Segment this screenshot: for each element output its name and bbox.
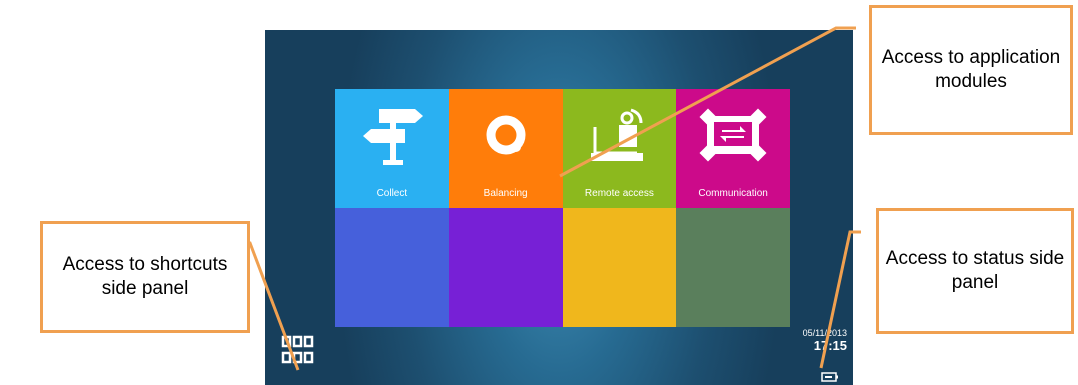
callout-text: Access to application modules [881, 47, 1061, 92]
callout-app-modules: Access to application modules [869, 5, 1073, 135]
callout-shortcuts: Access to shortcuts side panel [40, 221, 250, 333]
callout-status: Access to status side panel [876, 208, 1074, 334]
callout-text: Access to status side panel [885, 248, 1065, 293]
callout-text: Access to shortcuts side panel [62, 254, 228, 299]
